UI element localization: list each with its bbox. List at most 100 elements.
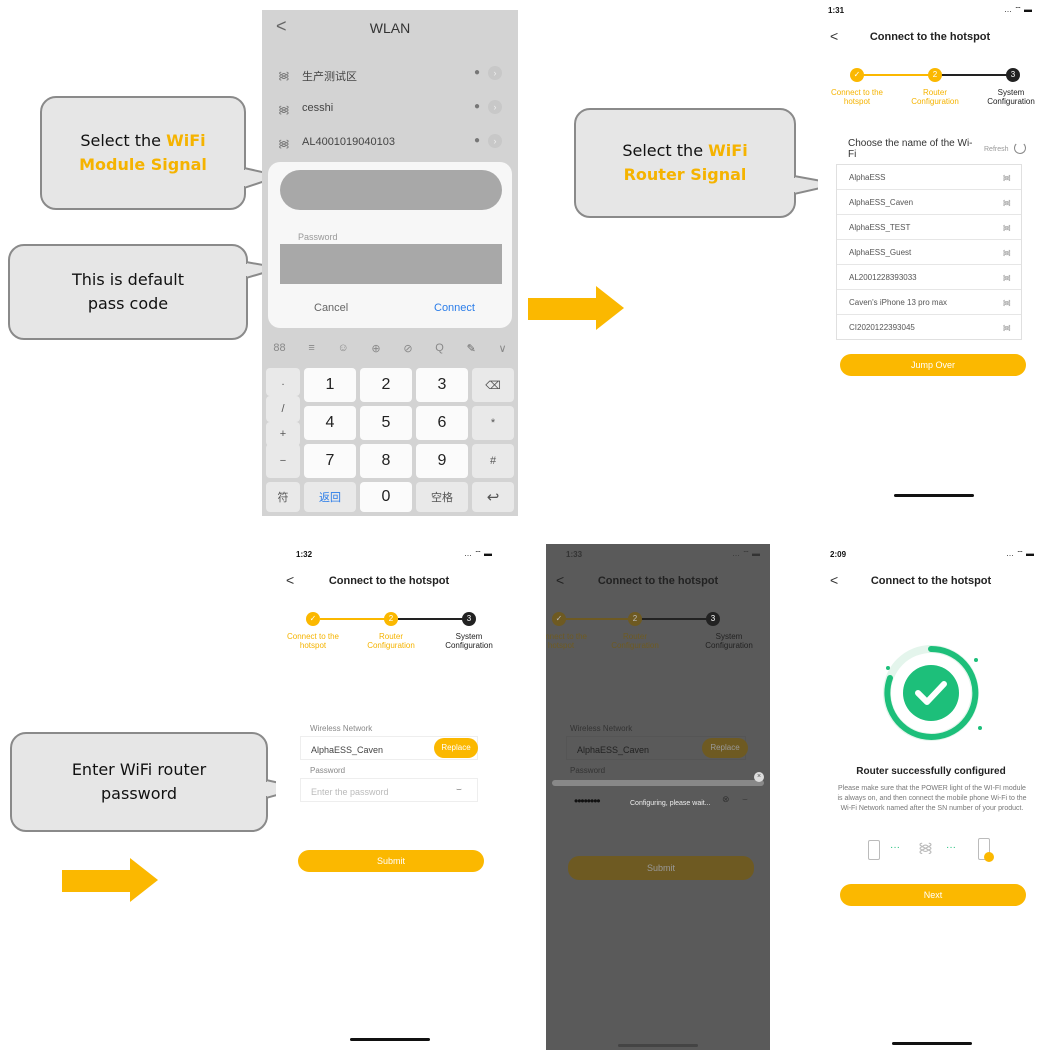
dots-icon: ··· xyxy=(946,842,956,853)
callout-text: Select the xyxy=(622,141,709,160)
refresh-button[interactable]: Refresh xyxy=(984,146,1009,153)
key-7[interactable]: 7 xyxy=(304,444,356,478)
list-item[interactable]: AlphaESS_TEST ᯼ xyxy=(837,215,1021,240)
list-item[interactable]: AlphaESS_Caven ᯼ xyxy=(837,190,1021,215)
list-item[interactable]: AlphaESS_Guest ᯼ xyxy=(837,240,1021,265)
key-plus[interactable]: + xyxy=(266,422,300,446)
key-back[interactable]: 返回 xyxy=(304,482,356,512)
success-message: Please make sure that the POWER light of… xyxy=(837,785,1027,812)
key-5[interactable]: 5 xyxy=(360,406,412,440)
callout-text: This is default xyxy=(72,270,184,289)
enter-icon[interactable]: ↩ xyxy=(472,482,514,512)
next-button[interactable]: Next xyxy=(840,884,1026,906)
menu-icon[interactable]: ≡ xyxy=(308,342,314,354)
info-icon[interactable]: › xyxy=(488,134,502,148)
callout-text: Enter WiFi router xyxy=(71,760,207,779)
step-number: 2 xyxy=(928,68,942,82)
refresh-icon[interactable] xyxy=(1014,142,1026,154)
collapse-keyboard-icon[interactable]: ∨ xyxy=(499,342,507,355)
cursor-icon[interactable]: ⊕ xyxy=(371,342,380,355)
link-icon[interactable]: ⊘ xyxy=(403,342,412,355)
step-connector xyxy=(398,618,468,620)
connect-button[interactable]: Connect xyxy=(434,302,475,314)
submit-button[interactable]: Submit xyxy=(568,856,754,880)
lock-icon: ● xyxy=(473,101,480,112)
list-item[interactable]: AL2001228393033 ᯼ xyxy=(837,265,1021,290)
step-label: Connect to the hotspot xyxy=(830,88,884,106)
key-8[interactable]: 8 xyxy=(360,444,412,478)
network-name: AlphaESS_TEST xyxy=(849,223,911,232)
wifi-icon: ᯼ xyxy=(1002,248,1011,257)
wifi-network-item[interactable]: ᯼ cesshi ● › xyxy=(262,92,518,126)
wifi-icon: ᯼ xyxy=(1002,298,1011,307)
arrow-right-icon xyxy=(528,286,624,332)
key-4[interactable]: 4 xyxy=(304,406,356,440)
check-badge-icon xyxy=(984,852,994,862)
eye-closed-icon[interactable]: ⌣ xyxy=(742,794,748,805)
callout-select-module: Select the WiFi Module Signal xyxy=(40,96,246,210)
numeric-keyboard: . / + − 符 1 2 3 4 5 6 7 8 9 返回 0 空格 ⌫ * … xyxy=(262,364,518,516)
wifi-icon: ᯼ xyxy=(1002,173,1011,182)
key-dot[interactable]: . xyxy=(266,368,300,396)
cancel-button[interactable]: Cancel xyxy=(314,302,348,314)
wifi-network-item[interactable]: ᯼ AL4001019040103 ● › xyxy=(262,126,518,160)
wifi-network-item[interactable]: ᯼ 生产测试区 ● › xyxy=(262,58,518,92)
grid-icon[interactable]: 88 xyxy=(273,342,285,354)
key-space[interactable]: 空格 xyxy=(416,482,468,512)
page-title: Connect to the hotspot xyxy=(328,575,450,587)
key-slash[interactable]: / xyxy=(266,396,300,422)
emoji-icon[interactable]: ☺ xyxy=(337,342,348,354)
page-title: WLAN xyxy=(369,20,411,36)
key-0[interactable]: 0 xyxy=(360,482,412,512)
status-time: 1:33 xyxy=(566,550,583,559)
key-asterisk[interactable]: * xyxy=(472,406,514,440)
eye-closed-icon[interactable]: ⌣ xyxy=(456,784,462,795)
key-minus[interactable]: − xyxy=(266,444,300,478)
wifi-icon: ᯼ xyxy=(1002,198,1011,207)
router-select-screen: 1:31 … ⌔ ▬ < Connect to the hotspot ✓ 2 … xyxy=(818,0,1042,506)
key-9[interactable]: 9 xyxy=(416,444,468,478)
key-symbols[interactable]: 符 xyxy=(266,482,300,512)
home-indicator xyxy=(894,494,974,497)
success-heading: Router successfully configured xyxy=(856,766,1006,777)
search-icon[interactable]: Q xyxy=(435,342,444,354)
battery-icon: … ⌔ ▬ xyxy=(732,549,760,558)
network-name: AlphaESS xyxy=(849,173,886,182)
network-name: AL2001228393033 xyxy=(849,273,917,282)
callout-default-passcode: This is default pass code xyxy=(8,244,248,340)
pen-icon[interactable]: ✎ xyxy=(467,342,476,355)
info-icon[interactable]: › xyxy=(488,66,502,80)
key-hash[interactable]: # xyxy=(472,444,514,478)
wireless-network-label: Wireless Network xyxy=(310,724,373,733)
list-item[interactable]: AlphaESS ᯼ xyxy=(837,165,1021,190)
callout-text: Select the xyxy=(80,131,167,150)
wifi-icon: ᯼ xyxy=(278,70,290,82)
key-1[interactable]: 1 xyxy=(304,368,356,402)
step-number: 3 xyxy=(1006,68,1020,82)
clear-icon[interactable]: ⊗ xyxy=(722,794,730,805)
network-name: AlphaESS_Caven xyxy=(311,745,384,755)
battery-icon: … ⌔ ▬ xyxy=(1004,5,1032,14)
key-6[interactable]: 6 xyxy=(416,406,468,440)
password-label: Password xyxy=(298,232,338,242)
replace-button[interactable]: Replace xyxy=(702,738,748,758)
network-name: AL4001019040103 xyxy=(302,136,395,148)
wifi-icon: ᯼ xyxy=(278,104,290,116)
list-item[interactable]: Caven's iPhone 13 pro max ᯼ xyxy=(837,290,1021,315)
step-label: System Configuration xyxy=(987,88,1035,106)
password-input[interactable]: Enter the password xyxy=(300,778,478,802)
wlan-header: < WLAN xyxy=(262,10,518,46)
password-field[interactable] xyxy=(280,244,502,284)
key-2[interactable]: 2 xyxy=(360,368,412,402)
success-screen: 2:09 … ⌔ ▬ < Connect to the hotspot Rout… xyxy=(818,544,1044,1050)
info-icon[interactable]: › xyxy=(488,100,502,114)
step-connector xyxy=(938,74,1008,76)
jump-over-button[interactable]: Jump Over xyxy=(840,354,1026,376)
key-3[interactable]: 3 xyxy=(416,368,468,402)
list-item[interactable]: CI2020122393045 ᯼ xyxy=(837,315,1021,339)
backspace-icon[interactable]: ⌫ xyxy=(472,368,514,402)
replace-button[interactable]: Replace xyxy=(434,738,478,758)
network-name: CI2020122393045 xyxy=(849,323,915,332)
close-icon[interactable]: × xyxy=(754,772,764,782)
submit-button[interactable]: Submit xyxy=(298,850,484,872)
